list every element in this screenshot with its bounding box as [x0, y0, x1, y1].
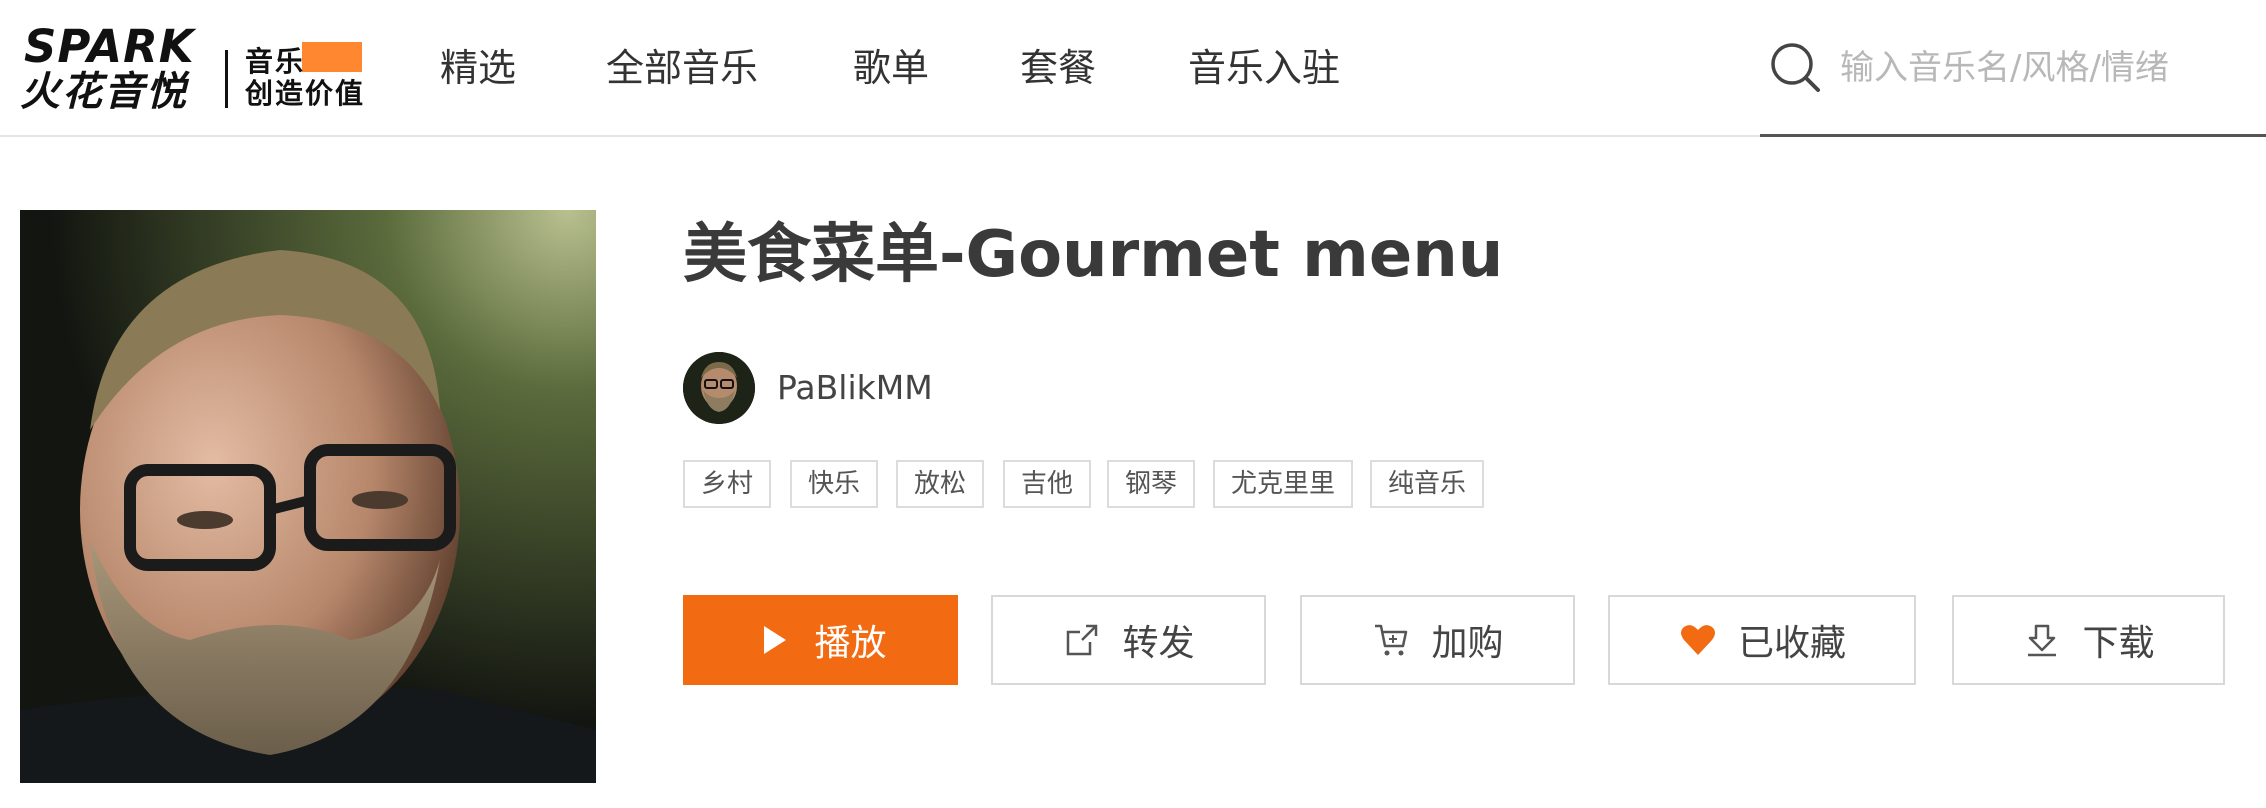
- play-button[interactable]: 播放: [683, 595, 958, 685]
- author-name[interactable]: PaBlikMM: [777, 366, 933, 410]
- search-box: [1760, 30, 2266, 137]
- download-button[interactable]: 下载: [1952, 595, 2225, 685]
- tag-instrumental[interactable]: 纯音乐: [1370, 460, 1484, 508]
- playlist-title: 美食菜单-Gourmet menu: [683, 218, 1504, 292]
- logo-divider: [225, 50, 228, 108]
- search-input[interactable]: [1838, 40, 2258, 96]
- play-icon: [764, 626, 787, 654]
- tag-piano[interactable]: 钢琴: [1107, 460, 1195, 508]
- share-button-label: 转发: [1122, 623, 1195, 664]
- share-button[interactable]: 转发: [991, 595, 1266, 685]
- download-button-label: 下载: [2082, 623, 2155, 664]
- share-icon: [1067, 624, 1098, 656]
- logo-accent-mark: [302, 42, 362, 72]
- nav-item-all-music[interactable]: 全部音乐: [606, 42, 758, 94]
- top-header: SPARK 火花音悦 音乐 创造价值 精选 全部音乐 歌单 套餐 音乐入驻: [0, 0, 2266, 137]
- add-to-cart-button-label: 加购: [1431, 623, 1504, 664]
- logo-chinese-text: 火花音悦: [20, 69, 188, 115]
- logo-tagline-1: 音乐: [245, 45, 306, 78]
- nav-item-playlists[interactable]: 歌单: [853, 42, 929, 94]
- favorite-button[interactable]: 已收藏: [1608, 595, 1916, 685]
- tag-ukulele[interactable]: 尤克里里: [1213, 460, 1353, 508]
- favorite-button-label: 已收藏: [1737, 623, 1846, 664]
- download-icon: [2028, 624, 2057, 657]
- tag-country[interactable]: 乡村: [683, 460, 771, 508]
- playlist-cover-image: [20, 210, 596, 783]
- tag-relax[interactable]: 放松: [896, 460, 984, 508]
- nav-item-music-join[interactable]: 音乐入驻: [1188, 42, 1340, 94]
- nav-item-featured[interactable]: 精选: [440, 42, 516, 94]
- cart-icon: [1375, 624, 1408, 656]
- logo-tagline-2: 创造价值: [245, 77, 366, 110]
- tag-happy[interactable]: 快乐: [790, 460, 878, 508]
- avatar[interactable]: [683, 352, 755, 424]
- nav-item-packages[interactable]: 套餐: [1020, 42, 1096, 94]
- tag-guitar[interactable]: 吉他: [1003, 460, 1091, 508]
- add-to-cart-button[interactable]: 加购: [1300, 595, 1575, 685]
- search-icon[interactable]: [1766, 38, 1826, 98]
- play-button-label: 播放: [814, 623, 887, 664]
- brand-logo[interactable]: SPARK 火花音悦 音乐 创造价值: [20, 22, 390, 117]
- logo-english-text: SPARK: [24, 20, 195, 73]
- heart-icon: [1680, 625, 1715, 655]
